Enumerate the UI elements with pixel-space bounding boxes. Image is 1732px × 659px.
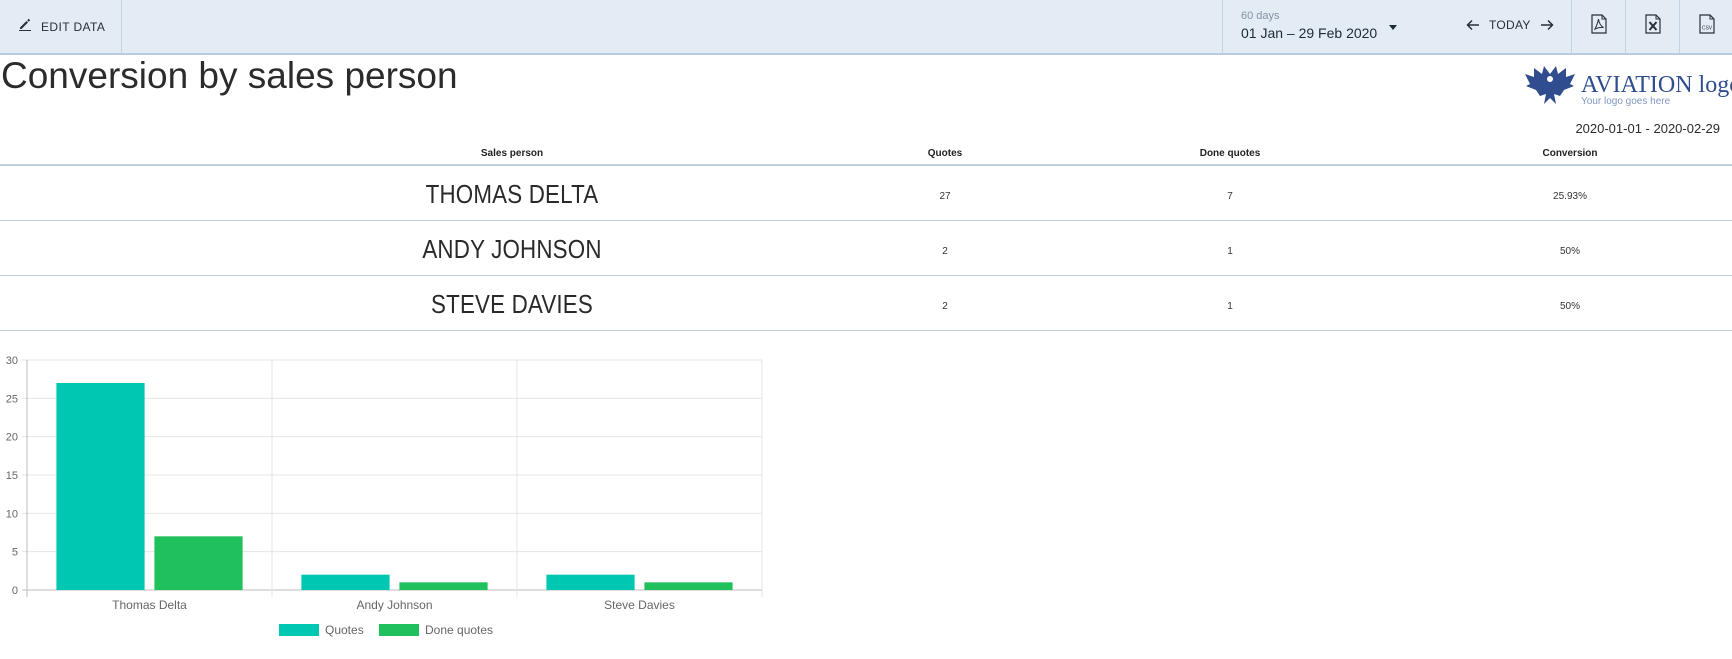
- legend-swatch: [279, 624, 319, 636]
- date-navigation: TODAY: [1466, 18, 1554, 32]
- caret-down-icon[interactable]: [1389, 25, 1397, 30]
- table-row: STEVE DAVIES 2 1 50%: [0, 276, 1732, 331]
- conversion-bar-chart: 0 5 10 15 20 25 30 Thomas Delta Andy Johnson Stev…: [6, 355, 763, 637]
- y-tick-label: 25: [6, 393, 18, 405]
- date-range-picker[interactable]: 60 days 01 Jan – 29 Feb 2020: [1241, 10, 1377, 41]
- x-tick-label: Andy Johnson: [356, 598, 432, 612]
- export-csv-button[interactable]: CSV: [1679, 0, 1732, 53]
- y-tick-label: 15: [6, 470, 18, 482]
- pencil-icon: [18, 17, 32, 36]
- toolbar: EDIT DATA 60 days 01 Jan – 29 Feb 2020 T…: [0, 0, 1732, 55]
- bar: [301, 574, 390, 590]
- report-period: 2020-01-01 - 2020-02-29: [1575, 121, 1720, 136]
- edit-data-button[interactable]: EDIT DATA: [0, 0, 122, 53]
- today-button[interactable]: TODAY: [1489, 18, 1531, 32]
- pdf-icon: [1590, 14, 1608, 39]
- bar: [399, 582, 488, 590]
- quotes-value: 27: [939, 191, 951, 202]
- export-pdf-button[interactable]: [1571, 0, 1625, 53]
- y-tick-label: 20: [6, 432, 18, 444]
- edit-data-label: EDIT DATA: [41, 19, 106, 34]
- conversion-value: 50%: [1559, 301, 1581, 312]
- column-header-sales-person: Sales person: [480, 148, 544, 159]
- bar: [154, 536, 243, 590]
- quotes-value: 2: [942, 246, 948, 257]
- table-header: Sales person Quotes Done quotes Conversi…: [0, 144, 1732, 166]
- page-title: Conversion by sales person: [1, 55, 458, 96]
- column-header-done-quotes: Done quotes: [1199, 148, 1261, 159]
- column-header-conversion: Conversion: [1542, 148, 1598, 159]
- table-row: THOMAS DELTA 27 7 25.93%: [0, 166, 1732, 221]
- quotes-value: 2: [942, 301, 948, 312]
- excel-icon: [1644, 14, 1662, 39]
- logo-name: AVIATION logo: [1581, 72, 1732, 98]
- sales-person-name: ANDY JOHNSON: [422, 234, 602, 264]
- arrow-left-icon[interactable]: [1466, 19, 1480, 31]
- date-controls: 60 days 01 Jan – 29 Feb 2020 TODAY: [1222, 0, 1571, 53]
- y-tick-label: 10: [6, 508, 18, 520]
- bar: [56, 383, 145, 590]
- date-range-value: 01 Jan – 29 Feb 2020: [1241, 25, 1378, 41]
- table-row: ANDY JOHNSON 2 1 50%: [0, 221, 1732, 276]
- conversion-value: 25.93%: [1553, 191, 1587, 202]
- company-logo: AVIATION logo Your logo goes here: [1524, 62, 1732, 112]
- legend-swatch: [379, 624, 419, 636]
- done-quotes-value: 1: [1227, 246, 1233, 257]
- legend-label: Quotes: [325, 623, 364, 637]
- legend-label: Done quotes: [425, 623, 493, 637]
- logo-tagline: Your logo goes here: [1581, 96, 1671, 107]
- done-quotes-value: 1: [1227, 301, 1233, 312]
- date-range-days: 60 days: [1241, 10, 1280, 22]
- bar: [546, 574, 635, 590]
- column-header-quotes: Quotes: [927, 148, 963, 159]
- y-tick-label: 0: [12, 585, 18, 597]
- conversion-table: Sales person Quotes Done quotes Conversi…: [0, 144, 1732, 331]
- done-quotes-value: 7: [1227, 191, 1233, 202]
- y-tick-label: 30: [6, 355, 18, 367]
- sales-person-name: STEVE DAVIES: [431, 289, 593, 319]
- conversion-value: 50%: [1559, 246, 1581, 257]
- x-tick-label: Thomas Delta: [112, 598, 187, 612]
- eagle-logo-icon: [1525, 66, 1575, 104]
- bar: [644, 582, 733, 590]
- export-excel-button[interactable]: [1625, 0, 1679, 53]
- y-tick-label: 5: [12, 547, 18, 559]
- x-tick-label: Steve Davies: [604, 598, 675, 612]
- arrow-right-icon[interactable]: [1540, 19, 1554, 31]
- sales-person-name: THOMAS DELTA: [425, 179, 599, 209]
- csv-icon-label: CSV: [1701, 26, 1712, 32]
- csv-icon: CSV: [1698, 14, 1716, 39]
